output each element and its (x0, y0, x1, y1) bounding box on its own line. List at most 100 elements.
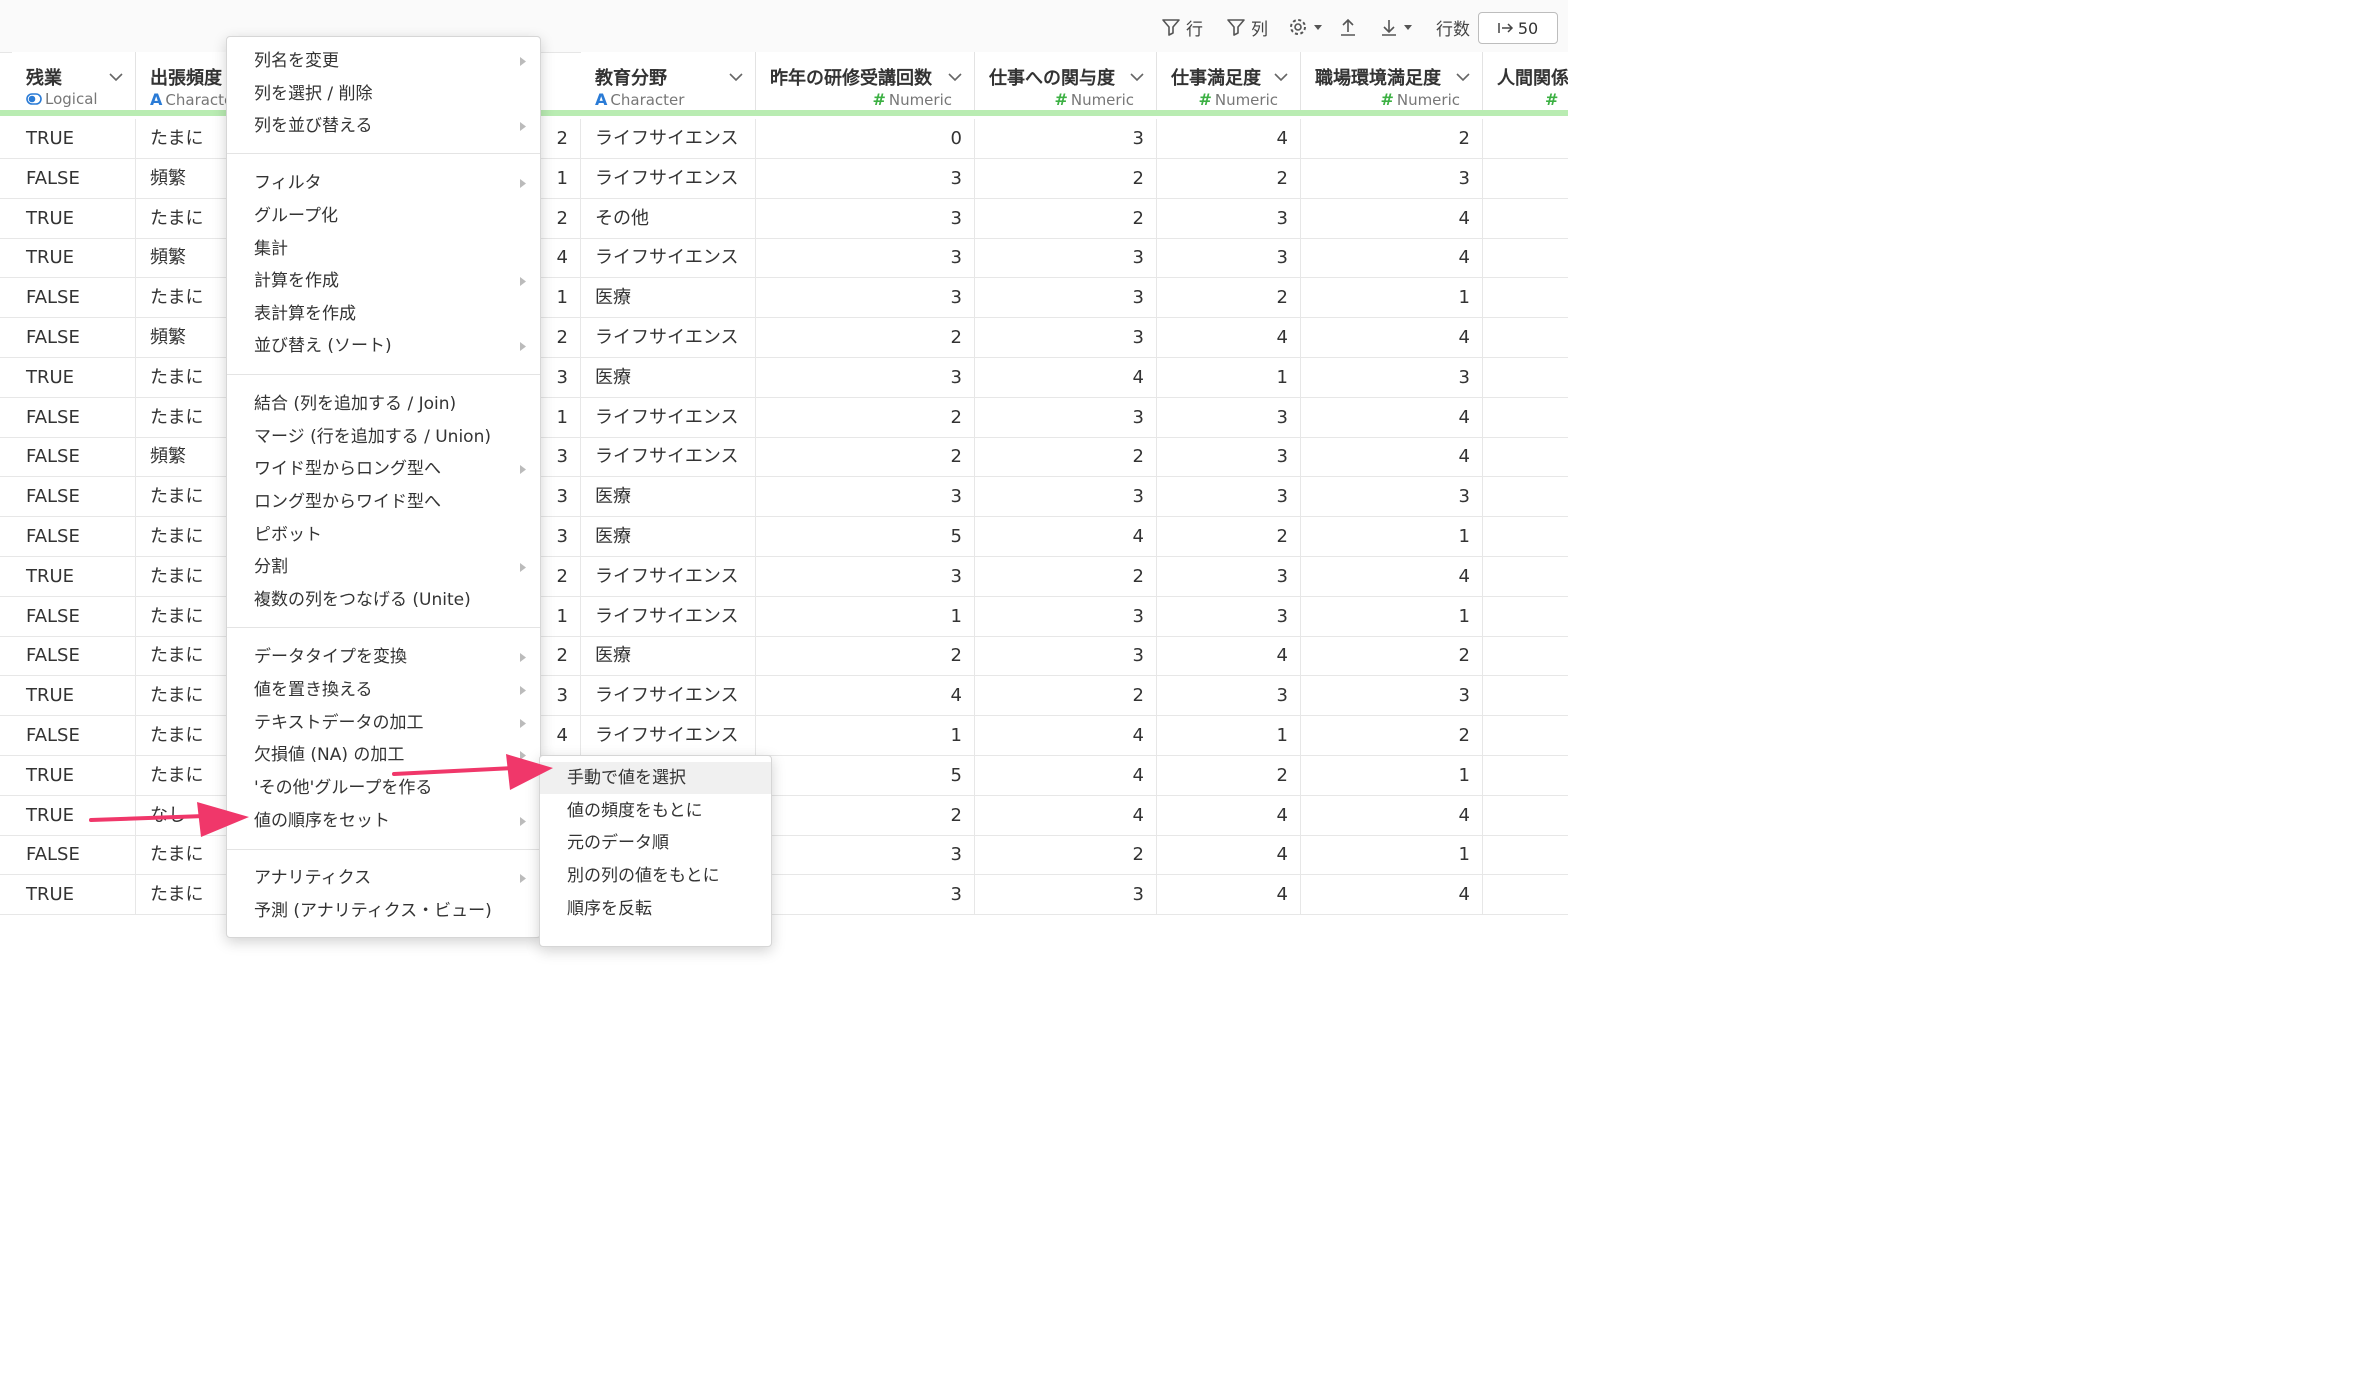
table-cell[interactable]: 医療 (581, 477, 756, 517)
table-cell[interactable]: 3 (538, 357, 581, 397)
table-cell[interactable]: 5 (756, 755, 975, 795)
table-cell[interactable]: 4 (1157, 875, 1301, 915)
table-cell[interactable]: 医療 (581, 357, 756, 397)
table-cell[interactable]: FALSE (12, 397, 136, 437)
table-cell[interactable]: 1 (756, 716, 975, 755)
table-cell[interactable]: 3 (975, 119, 1157, 158)
menu-item[interactable]: 集計 (227, 233, 540, 265)
table-cell[interactable]: 1 (538, 278, 581, 318)
table-cell[interactable]: TRUE (12, 875, 136, 915)
menu-item[interactable]: ロング型からワイド型へ (227, 486, 540, 518)
table-cell[interactable]: 4 (538, 238, 581, 278)
table-cell[interactable]: 3 (538, 477, 581, 517)
submenu-item[interactable]: 順序を反転 (540, 893, 771, 925)
table-cell[interactable]: 4 (975, 795, 1157, 835)
menu-item[interactable]: アナリティクス (227, 862, 540, 894)
table-cell[interactable]: 1 (1301, 596, 1483, 636)
table-cell[interactable]: 3 (975, 397, 1157, 437)
table-cell[interactable] (1483, 119, 1568, 158)
table-cell[interactable]: 2 (1301, 636, 1483, 676)
table-cell[interactable]: 4 (1157, 318, 1301, 357)
settings-button[interactable] (1288, 14, 1323, 40)
menu-item[interactable]: 分割 (227, 551, 540, 583)
table-cell[interactable]: 4 (1157, 636, 1301, 676)
menu-item[interactable]: テキストデータの加工 (227, 707, 540, 739)
table-cell[interactable]: 医療 (581, 517, 756, 556)
table-cell[interactable]: ライフサイエンス (581, 716, 756, 755)
table-cell[interactable]: 4 (1157, 795, 1301, 835)
table-cell[interactable]: 4 (1301, 318, 1483, 357)
table-cell[interactable]: 2 (1157, 517, 1301, 556)
table-cell[interactable]: TRUE (12, 357, 136, 397)
table-cell[interactable]: 3 (975, 636, 1157, 676)
table-cell[interactable]: 3 (1301, 357, 1483, 397)
table-cell[interactable]: 3 (1157, 397, 1301, 437)
menu-item[interactable]: 'その他'グループを作る (227, 772, 540, 804)
table-cell[interactable]: ライフサイエンス (581, 596, 756, 636)
table-cell[interactable]: 2 (538, 318, 581, 357)
table-cell[interactable]: 2 (1157, 158, 1301, 198)
column-header[interactable]: 残業 Logical (12, 52, 136, 110)
table-cell[interactable]: 1 (538, 158, 581, 198)
table-cell[interactable]: 医療 (581, 636, 756, 676)
column-header[interactable]: 仕事への関与度 # Numeric (975, 52, 1157, 110)
table-cell[interactable] (1483, 437, 1568, 476)
menu-item[interactable]: 欠損値 (NA) の加工 (227, 739, 540, 771)
menu-item[interactable]: ピボット (227, 519, 540, 551)
table-cell[interactable]: 3 (538, 517, 581, 556)
table-cell[interactable]: TRUE (12, 676, 136, 716)
menu-item[interactable]: 列を並び替える (227, 110, 540, 142)
table-cell[interactable]: 2 (756, 636, 975, 676)
table-cell[interactable] (1483, 199, 1568, 238)
menu-item[interactable]: 値の順序をセット (227, 805, 540, 837)
chevron-down-icon[interactable] (948, 72, 962, 82)
table-cell[interactable]: 3 (1157, 238, 1301, 278)
table-cell[interactable]: 2 (1301, 119, 1483, 158)
table-cell[interactable]: 2 (1157, 755, 1301, 795)
table-cell[interactable]: TRUE (12, 119, 136, 158)
table-cell[interactable]: ライフサイエンス (581, 676, 756, 716)
table-cell[interactable]: FALSE (12, 158, 136, 198)
menu-item[interactable]: 予測 (アナリティクス・ビュー) (227, 895, 540, 927)
table-cell[interactable]: 2 (1157, 278, 1301, 318)
table-cell[interactable]: FALSE (12, 596, 136, 636)
table-cell[interactable]: 3 (975, 238, 1157, 278)
table-cell[interactable] (1483, 835, 1568, 874)
table-cell[interactable]: 1 (1157, 357, 1301, 397)
table-cell[interactable]: その他 (581, 198, 756, 238)
table-cell[interactable]: 4 (975, 357, 1157, 397)
table-cell[interactable] (1483, 875, 1568, 914)
table-cell[interactable]: 2 (975, 676, 1157, 716)
table-cell[interactable]: 3 (756, 238, 975, 278)
table-cell[interactable] (1483, 278, 1568, 317)
table-cell[interactable]: FALSE (12, 318, 136, 357)
chevron-down-icon[interactable] (729, 72, 743, 82)
table-cell[interactable]: 3 (975, 596, 1157, 636)
table-cell[interactable]: 4 (975, 755, 1157, 795)
upload-button[interactable] (1339, 14, 1357, 40)
table-cell[interactable] (1483, 398, 1568, 437)
table-cell[interactable]: FALSE (12, 716, 136, 755)
column-header[interactable]: 人間関係 # (1483, 52, 1568, 110)
chevron-down-icon[interactable] (1130, 72, 1144, 82)
table-cell[interactable]: ライフサイエンス (581, 318, 756, 357)
menu-item[interactable]: ワイド型からロング型へ (227, 453, 540, 485)
table-cell[interactable]: 4 (975, 716, 1157, 755)
table-cell[interactable]: ライフサイエンス (581, 397, 756, 437)
table-cell[interactable]: 3 (1301, 676, 1483, 716)
table-cell[interactable]: TRUE (12, 795, 136, 835)
table-cell[interactable]: FALSE (12, 278, 136, 318)
table-cell[interactable]: 3 (538, 676, 581, 716)
menu-item[interactable]: 列名を変更 (227, 45, 540, 77)
table-cell[interactable] (1483, 238, 1568, 277)
table-cell[interactable] (1483, 477, 1568, 516)
table-cell[interactable] (1483, 358, 1568, 397)
submenu-item[interactable]: 別の列の値をもとに (540, 860, 771, 892)
table-cell[interactable]: ライフサイエンス (581, 556, 756, 596)
table-cell[interactable]: ライフサイエンス (581, 158, 756, 198)
table-cell[interactable]: 4 (1157, 119, 1301, 158)
table-cell[interactable] (1483, 517, 1568, 556)
table-cell[interactable]: 3 (756, 875, 975, 915)
table-cell[interactable]: 3 (975, 278, 1157, 318)
table-cell[interactable]: 4 (756, 676, 975, 716)
